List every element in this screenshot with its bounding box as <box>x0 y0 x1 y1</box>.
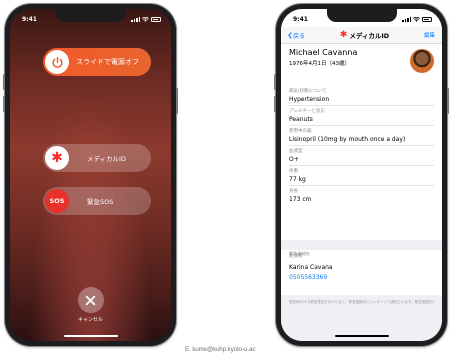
navigation-bar: 戻る ✱ メディカルID 編集 <box>281 27 442 44</box>
field-label: 身長 <box>289 189 298 194</box>
close-icon <box>85 295 96 305</box>
field-label: アレルギーと反応 <box>289 109 325 114</box>
avatar <box>410 49 434 73</box>
medical-id-label: メディカルID <box>87 155 126 163</box>
cancel-label: キャンセル <box>77 317 103 323</box>
edit-button[interactable]: 編集 <box>424 31 435 39</box>
field-medications: 使用中の薬 Lisinopril (10mg by mouth once a d… <box>289 126 434 146</box>
cellular-signal-icon <box>402 16 411 22</box>
field-label: 使用中の薬 <box>289 129 312 134</box>
page-title: ✱ メディカルID <box>340 30 389 40</box>
right-phone: 9:41 戻る ✱ メディカルID 編集 Michael Cavanna 197… <box>274 4 449 346</box>
notch <box>326 9 397 22</box>
asterisk-icon: ✱ <box>51 150 63 166</box>
field-medical-conditions: 病気/状態について Hypertension <box>289 86 434 106</box>
battery-icon <box>151 16 161 22</box>
asterisk-icon: ✱ <box>339 29 348 40</box>
medical-fields: 病気/状態について Hypertension アレルギーと反応 Peanuts … <box>289 86 434 206</box>
medical-id-slider[interactable]: ✱ メディカルID <box>43 144 151 172</box>
home-indicator[interactable] <box>334 335 389 337</box>
field-height: 身長 173 cm <box>289 186 434 206</box>
volume-down-button <box>274 96 276 112</box>
status-time: 9:41 <box>293 15 308 23</box>
power-icon <box>52 56 62 68</box>
footer-text: 緊急時SOSで緊急電話をかけたあと、緊急連絡先にメッセージで通知されます。緊急連… <box>289 300 434 304</box>
profile-header: Michael Cavanna 1976年4月1日（43歳） <box>289 48 434 80</box>
field-value: Lisinopril (10mg by mouth once a day) <box>289 136 406 143</box>
field-blood-type: 血液型 O+ <box>289 146 434 166</box>
back-button[interactable]: 戻る <box>288 31 305 40</box>
field-value: 77 kg <box>289 176 306 183</box>
medical-id-screen: 9:41 戻る ✱ メディカルID 編集 Michael Cavanna 197… <box>281 9 442 341</box>
contact-relationship: 配偶者 <box>289 254 303 259</box>
volume-up-button <box>3 74 5 90</box>
power-off-slider[interactable]: スライドで電源オフ <box>43 48 151 76</box>
home-indicator[interactable] <box>63 335 118 337</box>
cellular-signal-icon <box>131 16 140 22</box>
field-weight: 体重 77 kg <box>289 166 434 186</box>
notch <box>55 9 126 22</box>
field-label: 病気/状態について <box>289 89 327 94</box>
field-label: 体重 <box>289 169 298 174</box>
wifi-icon <box>142 16 149 22</box>
contact-phone-link[interactable]: 0505563369 <box>289 274 434 281</box>
sos-icon: SOS <box>49 197 65 205</box>
page-title-text: メディカルID <box>349 32 390 40</box>
power-slider-knob[interactable] <box>45 50 69 74</box>
field-label: 血液型 <box>289 149 303 154</box>
field-value: 173 cm <box>289 196 312 203</box>
status-time: 9:41 <box>22 15 37 23</box>
emergency-contacts-header: 緊急連絡先 <box>281 240 442 256</box>
contact-name: Karina Cavana <box>289 264 333 271</box>
cancel-control: キャンセル <box>77 287 104 323</box>
battery-icon <box>422 16 432 22</box>
side-button <box>176 88 178 114</box>
power-off-screen: 9:41 スライドで電源オフ ✱ メディカルID SOS 緊急SOS キャンセル <box>10 9 171 341</box>
power-slider-label: スライドで電源オフ <box>76 58 139 66</box>
credit-text: E. kume@kuhp.kyoto-u.ac <box>185 347 256 353</box>
medical-id-knob[interactable]: ✱ <box>45 146 69 170</box>
field-value: O+ <box>289 156 299 163</box>
left-phone: 9:41 スライドで電源オフ ✱ メディカルID SOS 緊急SOS キャンセル <box>3 4 178 346</box>
wifi-icon <box>413 16 420 22</box>
chevron-left-icon <box>288 31 292 39</box>
emergency-contact: 配偶者 Karina Cavana 0505563369 <box>289 253 434 281</box>
volume-down-button <box>3 96 5 112</box>
sos-knob[interactable]: SOS <box>45 189 69 213</box>
field-value: Peanuts <box>289 116 313 123</box>
field-allergies: アレルギーと反応 Peanuts <box>289 106 434 126</box>
emergency-sos-slider[interactable]: SOS 緊急SOS <box>43 187 151 215</box>
volume-up-button <box>274 74 276 90</box>
side-button <box>447 88 449 114</box>
back-label: 戻る <box>293 32 306 40</box>
sos-label: 緊急SOS <box>87 198 114 206</box>
field-value: Hypertension <box>289 96 330 103</box>
cancel-button[interactable] <box>77 287 104 313</box>
